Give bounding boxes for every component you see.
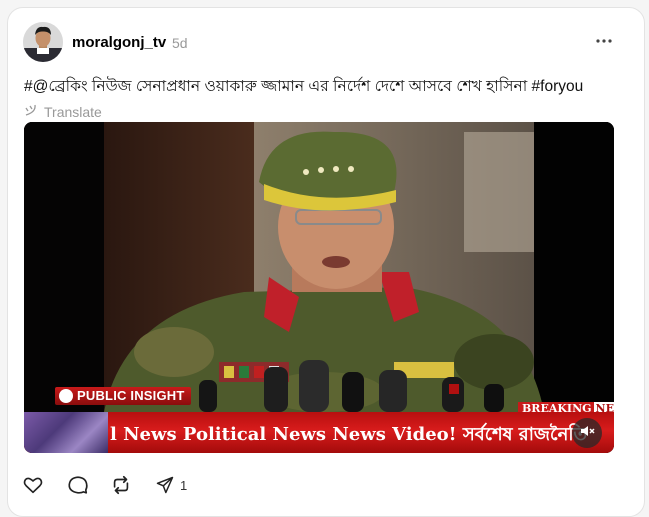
heart-icon xyxy=(22,474,44,496)
translate-label: Translate xyxy=(44,103,102,120)
ticker-thumbnail xyxy=(24,412,108,453)
send-icon xyxy=(155,475,175,495)
ticker-text: l News Political News News Video! সর্বশে… xyxy=(110,424,587,445)
like-button[interactable] xyxy=(22,474,44,496)
channel-brand: PUBLIC INSIGHT xyxy=(55,387,191,405)
comment-button[interactable] xyxy=(67,474,89,496)
video-player[interactable]: PUBLIC INSIGHT BREAKINGNEWS l News Polit… xyxy=(24,122,614,453)
post-time: 5d xyxy=(172,35,188,51)
more-options-icon[interactable] xyxy=(594,33,614,49)
news-ticker: l News Political News News Video! সর্বশে… xyxy=(24,412,614,453)
comment-icon xyxy=(67,474,89,496)
mute-button[interactable] xyxy=(572,418,602,448)
share-count: 1 xyxy=(180,477,188,493)
post-caption: #@ব্রেকিং নিউজ সেনাপ্রধান ওয়াকারু জ্জাম… xyxy=(24,78,584,95)
username[interactable]: moralgonj_tv xyxy=(72,34,166,51)
translate-icon xyxy=(24,103,38,120)
share-button[interactable]: 1 xyxy=(155,475,187,495)
repost-icon xyxy=(110,474,132,496)
repost-button[interactable] xyxy=(110,474,132,496)
profile-photo xyxy=(23,22,63,62)
translate-link[interactable]: Translate xyxy=(24,103,102,120)
channel-logo-icon xyxy=(59,389,73,403)
speaker-muted-icon xyxy=(579,423,595,444)
channel-brand-text: PUBLIC INSIGHT xyxy=(77,388,185,403)
post-actions: 1 xyxy=(22,474,187,496)
avatar[interactable] xyxy=(23,22,63,62)
